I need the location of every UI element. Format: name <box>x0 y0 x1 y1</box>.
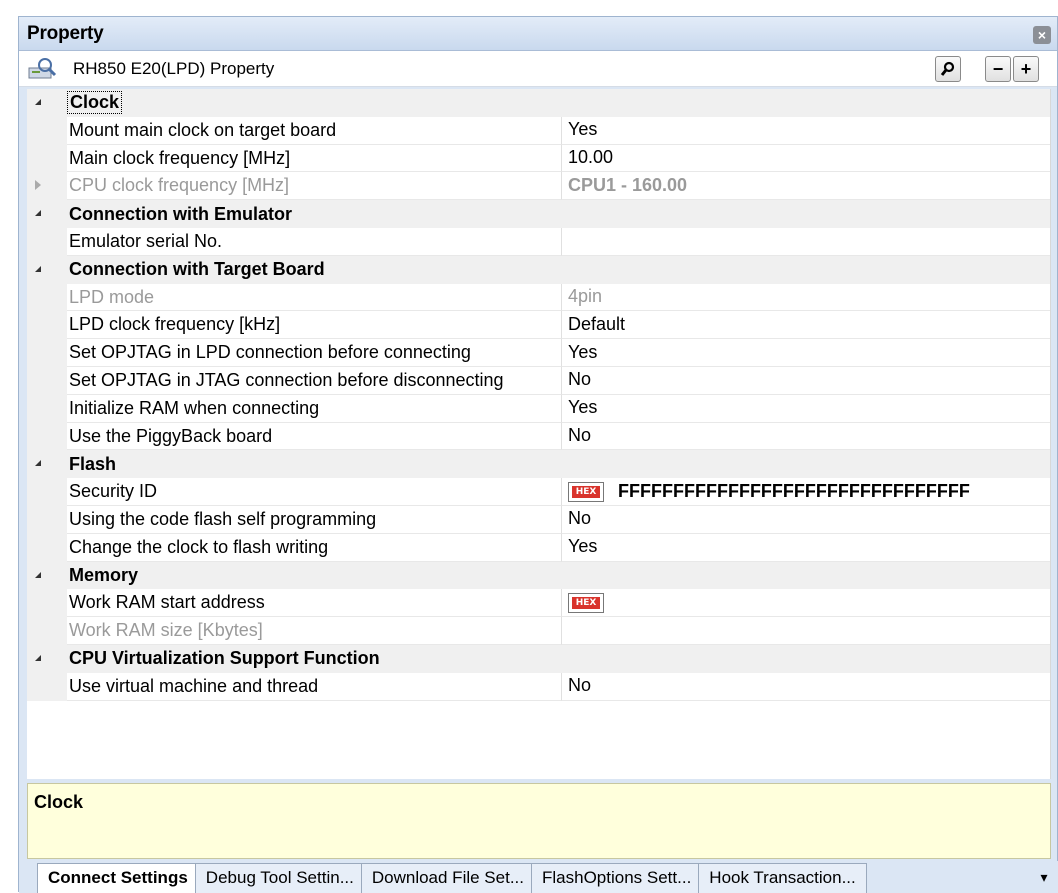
tab-list-menu-icon[interactable]: ▾ <box>1035 869 1053 886</box>
hex-icon: HEX <box>568 592 604 613</box>
property-name: CPU clock frequency [MHz] <box>67 172 561 201</box>
property-header: RH850 E20(LPD) Property − + <box>19 51 1057 87</box>
property-name: Mount main clock on target board <box>67 117 561 145</box>
collapse-arrow-icon[interactable] <box>35 265 41 272</box>
category-label: Connection with Target Board <box>69 259 325 280</box>
property-row[interactable]: Change the clock to flash writing Yes <box>27 533 1050 562</box>
category-clock[interactable]: Clock <box>27 89 1050 117</box>
category-label: CPU Virtualization Support Function <box>69 648 380 669</box>
collapse-arrow-icon[interactable] <box>35 99 41 105</box>
search-icon <box>940 61 955 76</box>
search-button[interactable] <box>935 56 961 82</box>
property-row[interactable]: Initialize RAM when connecting Yes <box>27 394 1050 423</box>
description-title: Clock <box>34 792 84 812</box>
panel-titlebar: Property × <box>19 17 1057 51</box>
property-name: Initialize RAM when connecting <box>67 395 561 423</box>
property-row[interactable]: Emulator serial No. <box>27 227 1050 256</box>
property-value[interactable]: Yes <box>561 339 1050 367</box>
property-name: Change the clock to flash writing <box>67 534 561 562</box>
collapse-arrow-icon[interactable] <box>35 210 41 217</box>
property-row[interactable]: CPU clock frequency [MHz] CPU1 - 160.00 <box>27 172 1050 201</box>
property-value <box>561 617 1050 645</box>
expand-all-button[interactable]: + <box>1013 56 1039 82</box>
panel-title: Property <box>27 22 104 44</box>
collapse-arrow-icon[interactable] <box>35 460 41 467</box>
category-label: Connection with Emulator <box>69 203 292 224</box>
property-row[interactable]: Security ID HEX FFFFFFFFFFFFFFFFFFFFFFFF… <box>27 478 1050 506</box>
category-memory[interactable]: Memory <box>27 561 1050 590</box>
property-row[interactable]: Set OPJTAG in JTAG connection before dis… <box>27 366 1050 395</box>
description-panel: Clock <box>27 783 1051 859</box>
property-row[interactable]: Main clock frequency [MHz] 10.00 <box>27 144 1050 173</box>
hex-icon: HEX <box>568 481 604 502</box>
property-value[interactable]: Yes <box>561 116 1050 145</box>
property-row[interactable]: Use the PiggyBack board No <box>27 422 1050 451</box>
property-row[interactable]: Using the code flash self programming No <box>27 505 1050 534</box>
property-row[interactable]: Work RAM start address HEX <box>27 589 1050 618</box>
tab-connect-settings[interactable]: Connect Settings <box>37 863 199 893</box>
property-name: Security ID <box>67 478 561 506</box>
property-row[interactable]: Mount main clock on target board Yes <box>27 116 1050 145</box>
tab-flash-options-settings[interactable]: FlashOptions Sett... <box>531 863 703 893</box>
property-row[interactable]: Work RAM size [Kbytes] <box>27 617 1050 645</box>
property-name: LPD clock frequency [kHz] <box>67 311 561 340</box>
property-value[interactable]: Yes <box>561 394 1050 423</box>
property-panel: Property × RH850 E20(LPD) Property − + C… <box>18 16 1058 893</box>
property-row[interactable]: Set OPJTAG in LPD connection before conn… <box>27 339 1050 367</box>
property-name: Use the PiggyBack board <box>67 423 561 451</box>
property-value[interactable]: No <box>561 422 1050 451</box>
property-value[interactable]: No <box>561 366 1050 395</box>
collapse-arrow-icon[interactable] <box>35 571 41 578</box>
category-connection-target-board[interactable]: Connection with Target Board <box>27 255 1050 284</box>
property-value-cell[interactable]: HEX <box>561 589 1050 618</box>
property-name: Use virtual machine and thread <box>67 673 561 701</box>
category-label: Memory <box>69 564 139 585</box>
tab-bar: Connect Settings Debug Tool Settin... Do… <box>19 861 1058 893</box>
property-value: 4pin <box>561 283 1050 312</box>
property-value-cell[interactable]: HEX FFFFFFFFFFFFFFFFFFFFFFFFFFFFFFFF <box>561 478 1050 506</box>
property-name: LPD mode <box>67 284 561 312</box>
property-name: Set OPJTAG in LPD connection before conn… <box>67 339 561 367</box>
property-value[interactable]: No <box>561 505 1050 534</box>
category-cpu-virtualization[interactable]: CPU Virtualization Support Function <box>27 644 1050 673</box>
collapse-arrow-icon[interactable] <box>35 654 41 661</box>
security-id-value[interactable]: FFFFFFFFFFFFFFFFFFFFFFFFFFFFFFFF <box>618 478 970 506</box>
property-row[interactable]: LPD mode 4pin <box>27 283 1050 312</box>
property-value[interactable]: No <box>561 672 1050 701</box>
property-name: Main clock frequency [MHz] <box>67 145 561 173</box>
close-button[interactable]: × <box>1033 26 1051 44</box>
category-label: Clock <box>67 91 123 115</box>
category-flash[interactable]: Flash <box>27 450 1050 479</box>
property-icon <box>27 56 59 82</box>
expand-arrow-icon[interactable] <box>35 180 41 191</box>
property-value[interactable] <box>561 227 1050 256</box>
property-header-title: RH850 E20(LPD) Property <box>73 58 275 78</box>
property-row[interactable]: Use virtual machine and thread No <box>27 672 1050 701</box>
property-value: CPU1 - 160.00 <box>561 172 1050 201</box>
property-name: Using the code flash self programming <box>67 506 561 534</box>
property-value[interactable]: Default <box>561 311 1050 340</box>
property-name: Work RAM start address <box>67 589 561 618</box>
property-grid: Clock Mount main clock on target board Y… <box>27 89 1051 779</box>
property-name: Work RAM size [Kbytes] <box>67 617 561 645</box>
property-name: Set OPJTAG in JTAG connection before dis… <box>67 367 561 395</box>
property-row[interactable]: LPD clock frequency [kHz] Default <box>27 311 1050 340</box>
tab-hook-transaction[interactable]: Hook Transaction... <box>698 863 867 893</box>
property-name: Emulator serial No. <box>67 228 561 256</box>
collapse-all-button[interactable]: − <box>985 56 1011 82</box>
tab-debug-tool-settings[interactable]: Debug Tool Settin... <box>194 863 365 893</box>
property-value[interactable]: 10.00 <box>561 144 1050 173</box>
tab-download-file-settings[interactable]: Download File Set... <box>360 863 535 893</box>
property-value[interactable]: Yes <box>561 533 1050 562</box>
category-label: Flash <box>69 453 117 474</box>
category-connection-emulator[interactable]: Connection with Emulator <box>27 200 1050 228</box>
